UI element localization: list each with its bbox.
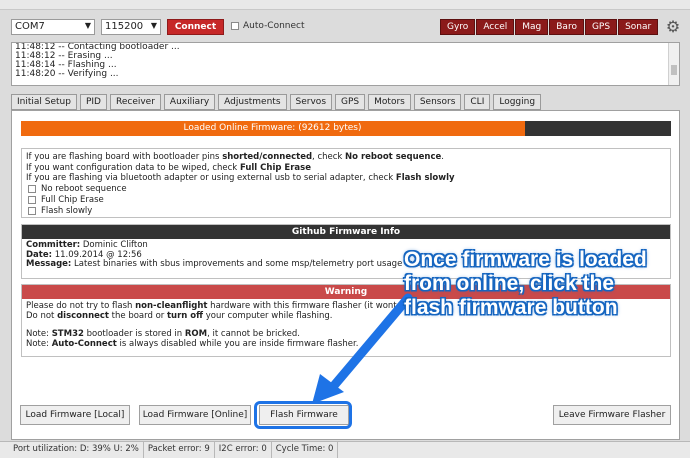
annotation-text: Once firmware is loaded from online, cli… <box>404 248 647 319</box>
i2c-error: I2C error: 0 <box>215 442 272 458</box>
annotation-arrow <box>312 293 413 404</box>
port-utilization: Port utilization: D: 39% U: 2% <box>9 442 144 458</box>
cycle-time: Cycle Time: 0 <box>272 442 339 458</box>
packet-error: Packet error: 9 <box>144 442 215 458</box>
status-bar: Port utilization: D: 39% U: 2% Packet er… <box>0 441 690 458</box>
